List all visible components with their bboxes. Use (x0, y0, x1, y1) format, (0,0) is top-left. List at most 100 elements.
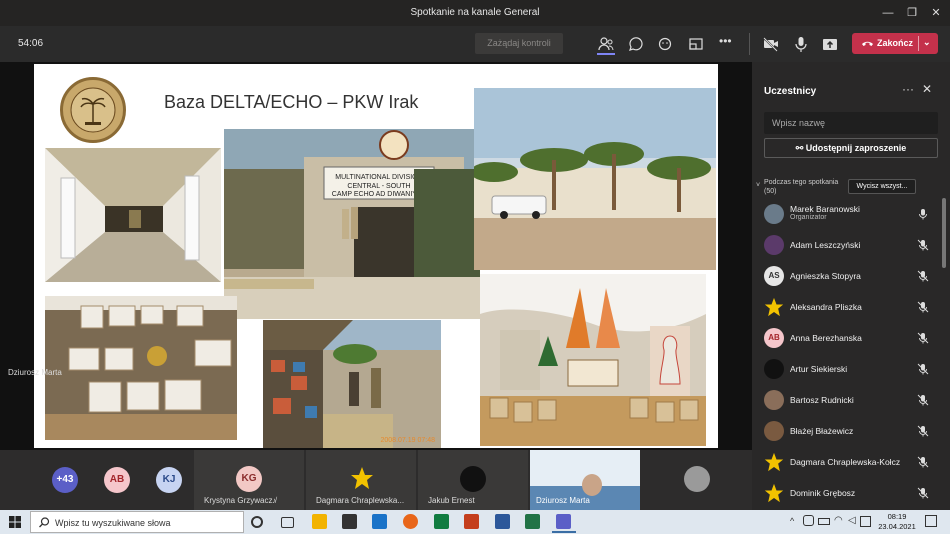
taskbar-search[interactable]: Wpisz tu wyszukiwane słowa (30, 511, 244, 533)
mic-muted-icon[interactable] (917, 487, 929, 499)
participant-row[interactable]: Aleksandra Pliszka (762, 293, 942, 321)
shared-slide: Baza DELTA/ECHO – PKW Irak MULTINATIONAL… (34, 64, 718, 448)
chat-icon[interactable] (627, 35, 645, 53)
chevron-down-icon[interactable]: ⌄ (923, 37, 931, 48)
participant-search-input[interactable] (764, 112, 938, 134)
file-explorer-icon[interactable] (312, 514, 327, 529)
calculator-icon[interactable] (434, 514, 449, 529)
mic-muted-icon[interactable] (917, 270, 929, 282)
cortana-icon[interactable] (251, 516, 263, 528)
task-view-icon[interactable] (281, 517, 294, 528)
panel-scrollbar[interactable] (942, 198, 946, 268)
mic-muted-icon[interactable] (917, 363, 929, 375)
mic-muted-icon[interactable] (917, 456, 929, 468)
toolbar-divider (749, 33, 750, 55)
participant-tile[interactable]: KG Krystyna Grzywacz ♪̸ (194, 450, 304, 510)
windows-start-icon[interactable] (9, 516, 21, 528)
section-collapse-icon[interactable]: ˅ (756, 182, 760, 189)
mic-muted-icon[interactable] (917, 239, 929, 251)
mic-muted-icon[interactable] (917, 425, 929, 437)
firefox-icon[interactable] (403, 514, 418, 529)
microphone-icon[interactable] (792, 35, 810, 53)
camera-off-icon[interactable] (762, 35, 780, 53)
notifications-icon[interactable] (925, 515, 937, 527)
unit-emblem-logo (60, 77, 126, 143)
participant-row[interactable]: Dagmara Chraplewska-Kołcz (762, 448, 942, 476)
tray-app-icon[interactable] (803, 515, 814, 526)
close-icon[interactable]: ✕ (922, 82, 932, 96)
restore-icon[interactable]: ❐ (902, 4, 922, 22)
mic-muted-icon[interactable] (917, 301, 929, 313)
avatar (764, 235, 784, 255)
participant-name: Adam Leszczyński (790, 240, 861, 250)
participant-name: Aleksandra Pliszka (790, 302, 862, 312)
mic-muted-icon[interactable] (917, 394, 929, 406)
request-control-button[interactable]: Zażądaj kontroli (475, 33, 563, 54)
avatar (684, 466, 710, 492)
share-link-icon: ⚯ (795, 143, 806, 153)
microphone-icon[interactable] (917, 208, 929, 220)
avatar (764, 421, 784, 441)
participant-row[interactable]: Adam Leszczyński (762, 231, 942, 259)
participant-row[interactable]: Dominik Grębosz (762, 479, 942, 507)
avatar[interactable]: AB (104, 467, 130, 493)
teams-active-indicator (552, 531, 576, 533)
participant-row[interactable]: Błażej Błażewicz (762, 417, 942, 445)
rooms-icon[interactable] (687, 35, 705, 53)
star-avatar-icon (764, 483, 784, 503)
leave-button[interactable]: Zakończ ⌄ (852, 33, 938, 54)
mail-icon[interactable] (372, 514, 387, 529)
participants-panel: Uczestnicy ··· ✕ ⚯ Udostępnij zaproszeni… (752, 62, 950, 510)
overflow-participants-count[interactable]: +43 (52, 467, 78, 493)
participant-tile[interactable] (642, 450, 752, 510)
excel-icon[interactable] (525, 514, 540, 529)
share-tray-icon[interactable] (821, 35, 839, 53)
participant-search[interactable] (764, 112, 938, 134)
panel-more-icon[interactable]: ··· (902, 82, 914, 96)
meeting-toolbar: 54:06 Zażądaj kontroli ••• Zakończ ⌄ (0, 26, 950, 62)
participant-video-tile[interactable]: Dziurosz Marta (530, 450, 640, 510)
share-invite-button[interactable]: ⚯ Udostępnij zaproszenie (764, 138, 938, 158)
window-title: Spotkanie na kanale General (410, 7, 540, 18)
participant-tile[interactable]: Dagmara Chraplewska... (306, 450, 416, 510)
phone-hangup-icon (862, 41, 873, 46)
participant-row[interactable]: AS Agnieszka Stopyra (762, 262, 942, 290)
more-actions-icon[interactable]: ••• (719, 34, 732, 48)
gate-sign-line-2: CENTRAL - SOUTH (347, 183, 410, 190)
taskbar-clock[interactable]: 08:19 23.04.2021 (875, 512, 919, 532)
participant-name: Błażej Błażewicz (790, 426, 854, 436)
participant-name: Artur Siekierski (790, 364, 848, 374)
windows-taskbar: Wpisz tu wyszukiwane słowa ^ ◠ ◁ 08:19 2… (0, 510, 950, 534)
star-avatar-icon (351, 467, 373, 489)
participant-tile[interactable]: Jakub Ernest (418, 450, 528, 510)
meeting-timer: 54:06 (18, 38, 44, 49)
mute-all-button[interactable]: Wycisz wszyst... (848, 179, 916, 194)
powerpoint-icon[interactable] (464, 514, 479, 529)
panel-title: Uczestnicy (764, 86, 817, 97)
teams-icon[interactable] (556, 514, 571, 529)
battery-icon[interactable] (818, 518, 830, 525)
participant-row[interactable]: Bartosz Rudnicki (762, 386, 942, 414)
mic-muted-icon[interactable] (917, 332, 929, 344)
taskbar-search-placeholder: Wpisz tu wyszukiwane słowa (55, 518, 171, 528)
photo-camp-gate: MULTINATIONAL DIVISION CENTRAL - SOUTH C… (224, 129, 480, 319)
photo-date-stamp: 2008.07.19 07:48 (381, 437, 436, 444)
close-window-icon[interactable]: ✕ (926, 4, 946, 22)
participant-tile-name: Jakub Ernest (428, 496, 475, 505)
volume-icon[interactable]: ◁ (848, 515, 856, 526)
photo-bazaar: 2008.07.19 07:48 (263, 320, 441, 448)
store-icon[interactable] (342, 514, 357, 529)
tray-overflow-icon[interactable]: ^ (790, 516, 794, 526)
participant-row[interactable]: AB Anna Berezhanska (762, 324, 942, 352)
participants-icon[interactable] (597, 35, 615, 53)
wifi-icon[interactable]: ◠ (834, 515, 843, 526)
participant-row[interactable]: Artur Siekierski (762, 355, 942, 383)
participant-row[interactable]: Marek Baranowski Organizator (762, 200, 942, 228)
minimize-icon[interactable]: — (878, 4, 898, 22)
keyboard-icon[interactable] (860, 516, 871, 527)
word-icon[interactable] (495, 514, 510, 529)
mic-muted-icon: ♪̸ (272, 496, 276, 505)
avatar[interactable]: KJ (156, 467, 182, 493)
star-avatar-icon (764, 297, 784, 317)
reactions-icon[interactable] (657, 35, 675, 53)
